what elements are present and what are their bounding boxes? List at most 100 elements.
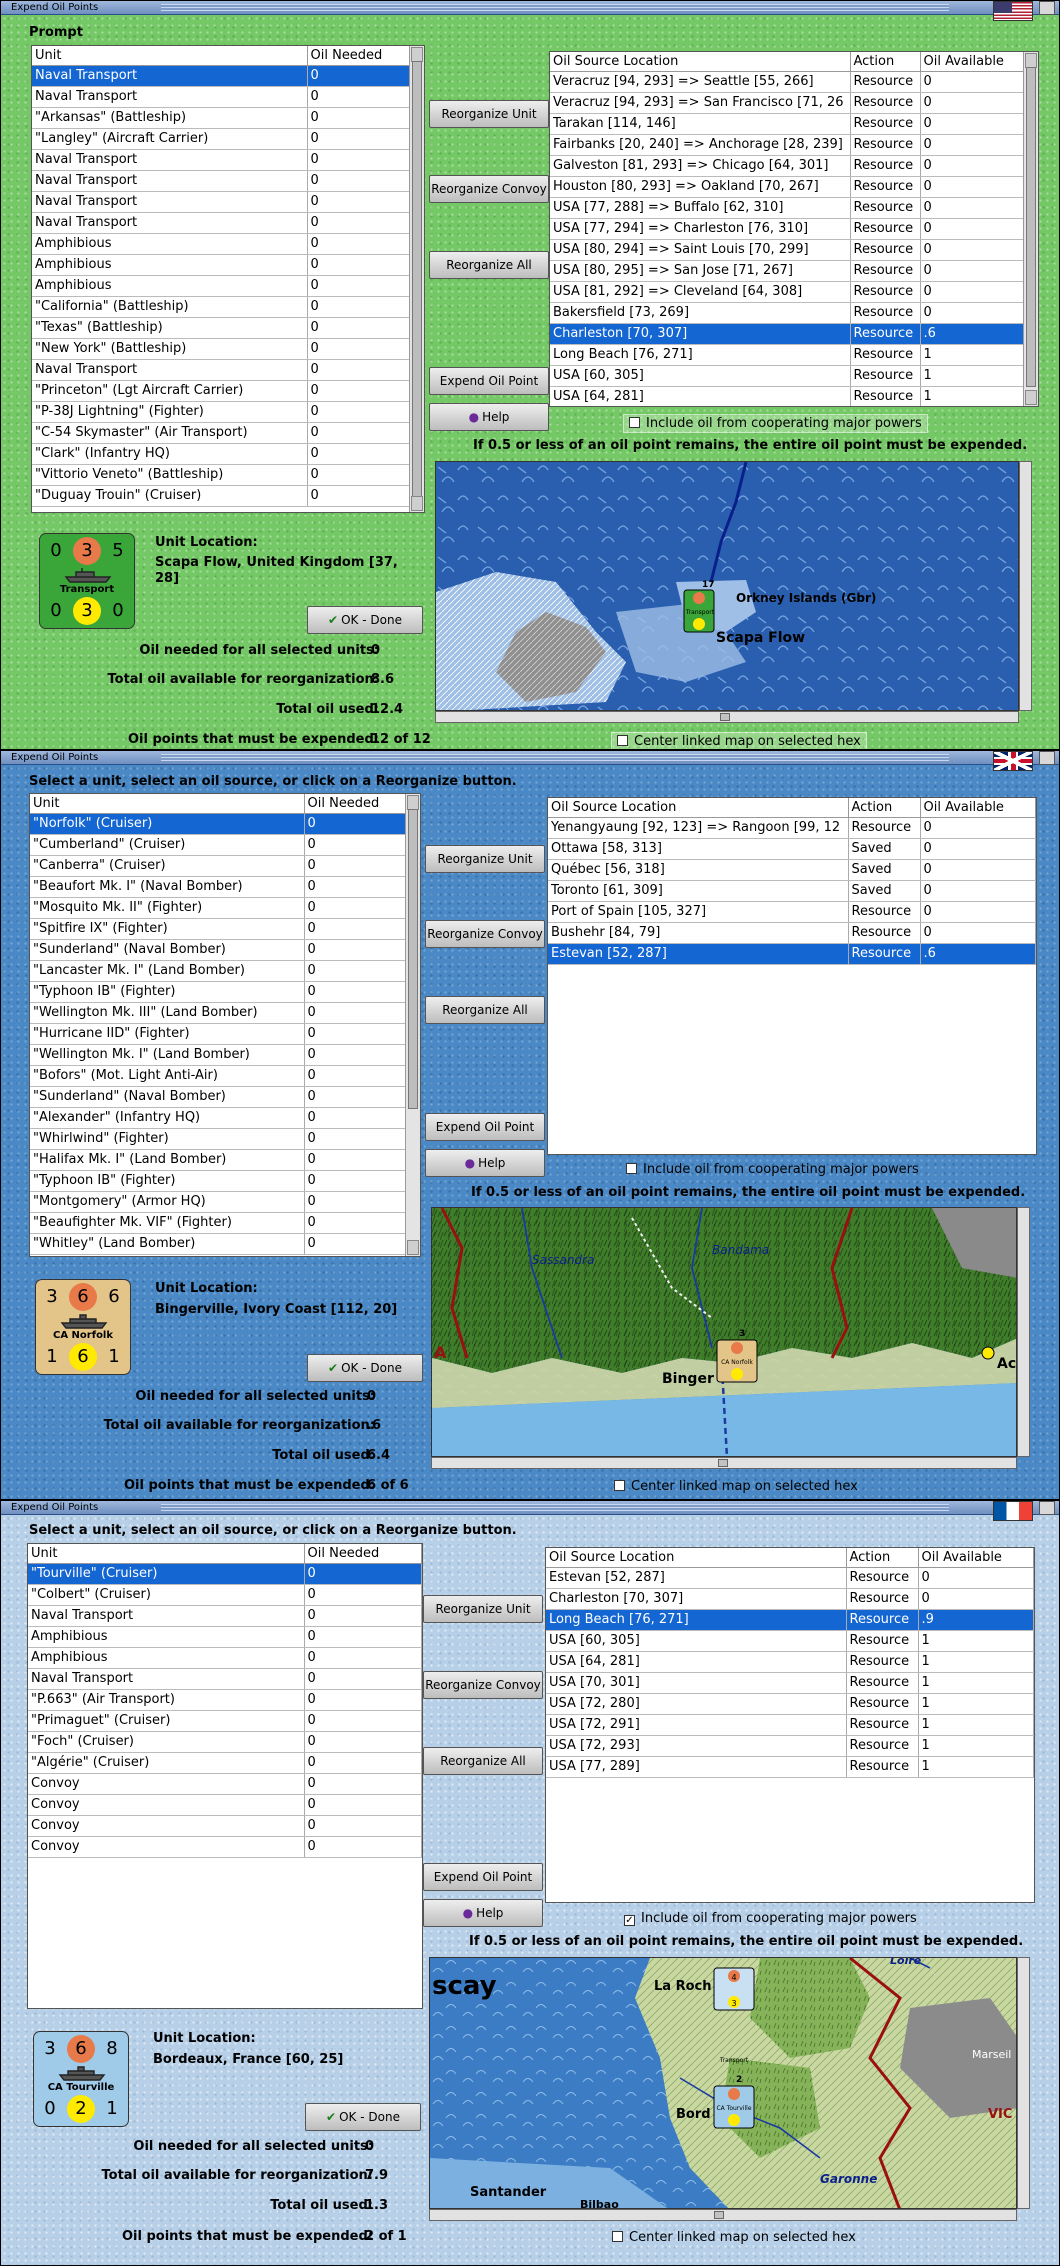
center-map-checkbox[interactable]: Center linked map on selected hex (607, 2229, 861, 2246)
column-header-action[interactable]: Action (848, 798, 921, 818)
table-row[interactable]: "Langley" (Aircraft Carrier) 0 (32, 128, 424, 150)
table-row[interactable]: "Wellington Mk. III" (Land Bomber) 0 (30, 1002, 420, 1024)
table-row[interactable]: "Sunderland" (Naval Bomber) 0 (30, 939, 420, 961)
map-vertical-scrollbar[interactable] (1019, 461, 1032, 711)
column-header-action[interactable]: Action (846, 1548, 919, 1568)
table-row[interactable]: Amphibious 0 (28, 1647, 422, 1669)
column-header-unit[interactable]: Unit (32, 46, 308, 66)
table-row[interactable]: "Duguay Trouin" (Cruiser) 0 (32, 485, 424, 507)
table-row[interactable]: "Tourville" (Cruiser) 0 (28, 1563, 422, 1585)
table-row[interactable]: USA [80, 295] => San Jose [71, 267] Resou… (550, 260, 1038, 282)
table-row[interactable]: Charleston [70, 307] Resource 0 (546, 1588, 1034, 1610)
table-row[interactable]: Naval Transport 0 (32, 212, 424, 234)
table-row[interactable]: USA [70, 301] Resource 1 (546, 1672, 1034, 1694)
table-row[interactable]: "Sunderland" (Naval Bomber) 0 (30, 1086, 420, 1108)
unit-grid[interactable]: Unit Oil Needed "Norfolk" (Cruiser) 0 "Cum… (29, 793, 421, 1257)
table-row[interactable]: "Arkansas" (Battleship) 0 (32, 107, 424, 129)
oil-source-grid[interactable]: Oil Source Location Action Oil Available… (545, 1547, 1035, 1903)
include-cooperating-checkbox[interactable]: Include oil from cooperating major power… (621, 1161, 924, 1178)
table-row[interactable]: Convoy 0 (28, 1815, 422, 1837)
table-row[interactable]: "Primaguet" (Cruiser) 0 (28, 1710, 422, 1732)
table-row[interactable]: Naval Transport 0 (32, 191, 424, 213)
title-bar[interactable]: Expend Oil Points (1, 1, 1059, 15)
table-row[interactable]: Naval Transport 0 (32, 170, 424, 192)
checkbox-box[interactable] (617, 735, 628, 746)
help-button[interactable]: ● Help (429, 403, 549, 431)
unit-grid-scrollbar[interactable] (409, 46, 424, 512)
table-row[interactable]: "Spitfire IX" (Fighter) 0 (30, 918, 420, 940)
map-canvas[interactable]: Orkney Islands (Gbr) Scapa Flow Transpor… (436, 462, 1019, 711)
table-row[interactable]: Naval Transport 0 (28, 1605, 422, 1627)
table-row[interactable]: USA [72, 293] Resource 1 (546, 1735, 1034, 1757)
table-row[interactable]: Fairbanks [20, 240] => Anchorage [28, 23… (550, 134, 1038, 156)
map-canvas[interactable]: Sassandra Bandama Binger A Ac CA Norfolk… (432, 1208, 1017, 1457)
include-cooperating-checkbox[interactable]: Include oil from cooperating major power… (623, 414, 928, 433)
ok-done-button[interactable]: ✔ OK - Done (305, 2103, 421, 2131)
table-row[interactable]: Amphibious 0 (32, 233, 424, 255)
table-row[interactable]: Naval Transport 0 (32, 86, 424, 108)
table-row[interactable]: "Beaufort Mk. I" (Naval Bomber) 0 (30, 876, 420, 898)
reorganize-unit-button[interactable]: Reorganize Unit (429, 100, 549, 128)
column-header-oil-source[interactable]: Oil Source Location (548, 798, 849, 818)
table-row[interactable]: "Halifax Mk. I" (Land Bomber) 0 (30, 1149, 420, 1171)
table-row[interactable]: Naval Transport 0 (32, 149, 424, 171)
table-row[interactable]: "Mosquito Mk. II" (Fighter) 0 (30, 897, 420, 919)
unit-grid[interactable]: Unit Oil Needed "Tourville" (Cruiser) 0 "C… (27, 1543, 423, 2009)
checkbox-box[interactable] (629, 417, 640, 428)
table-row[interactable]: Québec [56, 318] Saved 0 (548, 859, 1036, 881)
table-row[interactable]: Yenangyaung [92, 123] => Rangoon [99, 12… (548, 817, 1036, 839)
table-row[interactable]: USA [80, 294] => Saint Louis [70, 299] Re… (550, 239, 1038, 261)
table-row[interactable]: Port of Spain [105, 327] Resource 0 (548, 901, 1036, 923)
reorganize-all-button[interactable]: Reorganize All (425, 996, 545, 1024)
map-transport-counter[interactable]: 4 3 (713, 1967, 755, 2011)
table-row[interactable]: "Wellington Mk. I" (Land Bomber) 0 (30, 1044, 420, 1066)
table-row[interactable]: Convoy 0 (28, 1794, 422, 1816)
center-map-checkbox[interactable]: Center linked map on selected hex (611, 732, 867, 749)
table-row[interactable]: USA [77, 289] Resource 1 (546, 1756, 1034, 1778)
table-row[interactable]: "Algérie" (Cruiser) 0 (28, 1752, 422, 1774)
table-row[interactable]: "P-38J Lightning" (Fighter) 0 (32, 401, 424, 423)
table-row[interactable]: Houston [80, 293] => Oakland [70, 267] Re… (550, 176, 1038, 198)
column-header-action[interactable]: Action (850, 52, 921, 72)
oil-source-grid[interactable]: Oil Source Location Action Oil Available… (549, 51, 1039, 407)
oil-source-grid[interactable]: Oil Source Location Action Oil Available… (547, 797, 1037, 1155)
reorganize-convoy-button[interactable]: Reorganize Convoy (425, 920, 545, 948)
table-row[interactable]: Charleston [70, 307] Resource .6 (550, 323, 1038, 345)
map-horizontal-scrollbar[interactable] (435, 711, 1019, 723)
table-row[interactable]: Toronto [61, 309] Saved 0 (548, 880, 1036, 902)
table-row[interactable]: "P.663" (Air Transport) 0 (28, 1689, 422, 1711)
linked-map[interactable]: Sassandra Bandama Binger A Ac CA Norfolk… (431, 1207, 1017, 1457)
column-header-oil-available[interactable]: Oil Available (920, 798, 1036, 818)
column-header-oil-needed[interactable]: Oil Needed (304, 794, 420, 814)
table-row[interactable]: "Montgomery" (Armor HQ) 0 (30, 1191, 420, 1213)
table-row[interactable]: USA [72, 291] Resource 1 (546, 1714, 1034, 1736)
map-canvas[interactable]: scay La Roch Bord Santander Bilbao Garon… (430, 1958, 1017, 2209)
table-row[interactable]: "Lancaster Mk. I" (Land Bomber) 0 (30, 960, 420, 982)
table-row[interactable]: "Cumberland" (Cruiser) 0 (30, 834, 420, 856)
checkbox-box[interactable] (612, 2231, 623, 2242)
linked-map[interactable]: scay La Roch Bord Santander Bilbao Garon… (429, 1957, 1017, 2209)
table-row[interactable]: Naval Transport 0 (32, 359, 424, 381)
table-row[interactable]: "Clark" (Infantry HQ) 0 (32, 443, 424, 465)
checkbox-box[interactable]: ✓ (624, 1915, 635, 1926)
table-row[interactable]: Galveston [81, 293] => Chicago [64, 301]… (550, 155, 1038, 177)
ok-done-button[interactable]: ✔ OK - Done (307, 1354, 423, 1382)
table-row[interactable]: "Beaufighter Mk. VIF" (Fighter) 0 (30, 1212, 420, 1234)
table-row[interactable]: "C-54 Skymaster" (Air Transport) 0 (32, 422, 424, 444)
table-row[interactable]: "Whirlwind" (Fighter) 0 (30, 1128, 420, 1150)
table-row[interactable]: "Typhoon IB" (Fighter) 0 (30, 1170, 420, 1192)
table-row[interactable]: Estevan [52, 287] Resource .6 (548, 943, 1036, 965)
close-icon[interactable] (1039, 751, 1055, 765)
reorganize-all-button[interactable]: Reorganize All (423, 1747, 543, 1775)
table-row[interactable]: Naval Transport 0 (28, 1668, 422, 1690)
table-row[interactable]: Veracruz [94, 293] => Seattle [55, 266] R… (550, 71, 1038, 93)
checkbox-box[interactable] (626, 1163, 637, 1174)
column-header-oil-available[interactable]: Oil Available (918, 1548, 1034, 1568)
table-row[interactable]: "Hurricane IID" (Fighter) 0 (30, 1023, 420, 1045)
table-row[interactable]: "Vittorio Veneto" (Battleship) 0 (32, 464, 424, 486)
table-row[interactable]: USA [64, 281] Resource 1 (546, 1651, 1034, 1673)
table-row[interactable]: Estevan [52, 287] Resource 0 (546, 1567, 1034, 1589)
reorganize-all-button[interactable]: Reorganize All (429, 251, 549, 279)
table-row[interactable]: Amphibious 0 (28, 1626, 422, 1648)
help-button[interactable]: ● Help (425, 1149, 545, 1177)
